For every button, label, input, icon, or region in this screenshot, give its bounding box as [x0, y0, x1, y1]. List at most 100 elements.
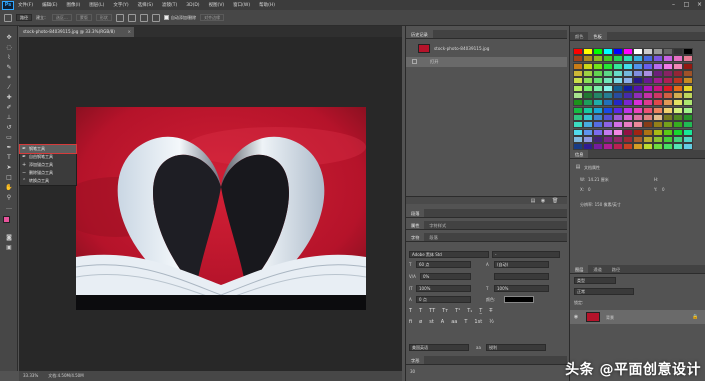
titling-icon[interactable]: aa — [451, 319, 457, 327]
color-swatch[interactable] — [683, 121, 693, 129]
color-swatch[interactable] — [653, 62, 663, 70]
color-swatch[interactable] — [623, 55, 633, 63]
color-swatch[interactable] — [673, 135, 683, 143]
color-swatch[interactable] — [673, 121, 683, 129]
color-swatch[interactable] — [593, 121, 603, 129]
history-brush-icon[interactable]: ↺ — [5, 124, 13, 131]
color-swatch[interactable] — [663, 62, 673, 70]
tab-layers[interactable]: 图层 — [570, 265, 589, 273]
color-swatch[interactable] — [603, 113, 613, 121]
color-swatch[interactable] — [623, 128, 633, 136]
color-swatch[interactable] — [613, 77, 623, 85]
hand-tool-icon[interactable]: ✋ — [5, 184, 13, 191]
menu-filter[interactable]: 滤镜(T) — [162, 2, 177, 8]
color-swatch[interactable] — [583, 69, 593, 77]
color-swatch[interactable] — [683, 48, 693, 55]
strikethrough-icon[interactable]: T̶ — [489, 308, 492, 316]
color-swatch[interactable] — [663, 99, 673, 107]
color-swatch[interactable] — [643, 77, 653, 85]
color-swatch[interactable] — [603, 55, 613, 63]
oldstyle-icon[interactable]: ø — [419, 319, 422, 327]
color-swatch[interactable] — [593, 91, 603, 99]
color-swatch[interactable] — [613, 55, 623, 63]
color-swatch[interactable] — [633, 128, 643, 136]
tab-channels[interactable]: 通道 — [588, 265, 606, 273]
color-swatch[interactable] — [683, 84, 693, 92]
color-swatch[interactable] — [613, 128, 623, 136]
make-mask-button[interactable]: 蒙版 — [75, 14, 92, 21]
color-swatch[interactable] — [633, 91, 643, 99]
menu-select[interactable]: 选择(S) — [138, 2, 153, 8]
layer-row-background[interactable]: ◉ 背景 🔒 — [570, 310, 705, 324]
color-swatch[interactable] — [613, 69, 623, 77]
color-swatch[interactable] — [623, 106, 633, 114]
color-swatch[interactable] — [673, 55, 683, 63]
color-swatch[interactable] — [583, 113, 593, 121]
color-swatch[interactable] — [663, 48, 673, 55]
color-swatch[interactable] — [583, 91, 593, 99]
tracking-field[interactable] — [494, 273, 549, 280]
minimize-button[interactable]: – — [670, 1, 677, 8]
menu-edit[interactable]: 编辑(E) — [42, 2, 57, 8]
zoom-tool-icon[interactable]: ⚲ — [5, 194, 13, 201]
tab-info[interactable]: 信息 — [570, 150, 589, 158]
marquee-tool-icon[interactable]: ◌ — [5, 44, 13, 51]
color-swatch[interactable] — [593, 84, 603, 92]
brush-tool-icon[interactable]: ✐ — [5, 104, 13, 111]
tab-history[interactable]: 历史记录 — [406, 30, 433, 38]
color-swatch[interactable] — [593, 62, 603, 70]
color-swatch[interactable] — [623, 48, 633, 55]
color-swatch[interactable] — [603, 91, 613, 99]
move-tool-icon[interactable]: ✥ — [5, 34, 13, 41]
color-swatch[interactable] — [603, 106, 613, 114]
color-swatch[interactable] — [653, 48, 663, 55]
color-swatch[interactable] — [573, 135, 583, 143]
color-swatch[interactable] — [623, 62, 633, 70]
color-swatch[interactable] — [663, 113, 673, 121]
color-swatch[interactable] — [633, 135, 643, 143]
color-swatch[interactable] — [633, 113, 643, 121]
color-swatch[interactable] — [683, 62, 693, 70]
type-tool-icon[interactable]: T — [5, 154, 13, 161]
ligatures-icon[interactable]: fi — [409, 319, 412, 327]
color-swatch[interactable] — [643, 48, 653, 55]
tab-char-styles[interactable]: 字符样式 — [424, 221, 451, 229]
color-swatch[interactable] — [683, 106, 693, 114]
color-swatch[interactable] — [623, 84, 633, 92]
color-swatch[interactable] — [613, 121, 623, 129]
layer-filter-select[interactable]: 类型 — [574, 277, 616, 284]
tab-swatches[interactable]: 色板 — [588, 32, 607, 40]
tab-glyphs[interactable]: 字形 — [406, 356, 425, 364]
pen-tool-preset-icon[interactable] — [4, 13, 12, 22]
color-swatch[interactable] — [633, 106, 643, 114]
color-swatch[interactable] — [633, 55, 643, 63]
color-swatch[interactable] — [623, 77, 633, 85]
make-shape-button[interactable]: 形状 — [95, 14, 112, 21]
camera-icon[interactable]: ◉ — [540, 198, 546, 204]
new-document-from-state-icon[interactable]: ▤ — [530, 198, 536, 204]
color-swatch[interactable] — [663, 121, 673, 129]
more-tools-icon[interactable]: … — [5, 204, 13, 211]
menu-3d[interactable]: 3D(D) — [186, 3, 199, 8]
history-state-open[interactable]: 打开 — [406, 57, 567, 67]
kerning-field[interactable]: 0% — [420, 273, 471, 280]
color-swatch[interactable] — [643, 69, 653, 77]
color-swatch[interactable] — [573, 62, 583, 70]
color-swatch[interactable] — [573, 55, 583, 63]
eye-icon[interactable]: ◉ — [573, 314, 579, 320]
menu-image[interactable]: 图像(I) — [66, 2, 80, 8]
menu-layer[interactable]: 图层(L) — [89, 2, 104, 8]
eyedropper-tool-icon[interactable]: ⁄ — [5, 84, 13, 91]
stylistic-icon[interactable]: st — [429, 319, 434, 327]
color-swatch[interactable] — [653, 91, 663, 99]
color-swatch[interactable] — [583, 48, 593, 55]
color-swatch[interactable] — [663, 106, 673, 114]
document-image[interactable] — [76, 107, 366, 310]
color-swatch[interactable] — [603, 48, 613, 55]
path-alignment-icon[interactable] — [127, 13, 136, 22]
color-swatch[interactable] — [573, 84, 583, 92]
ordinals-icon[interactable]: T — [464, 319, 467, 327]
color-swatch[interactable] — [673, 91, 683, 99]
color-swatch[interactable] — [683, 128, 693, 136]
tab-character[interactable]: 字符 — [406, 233, 425, 241]
